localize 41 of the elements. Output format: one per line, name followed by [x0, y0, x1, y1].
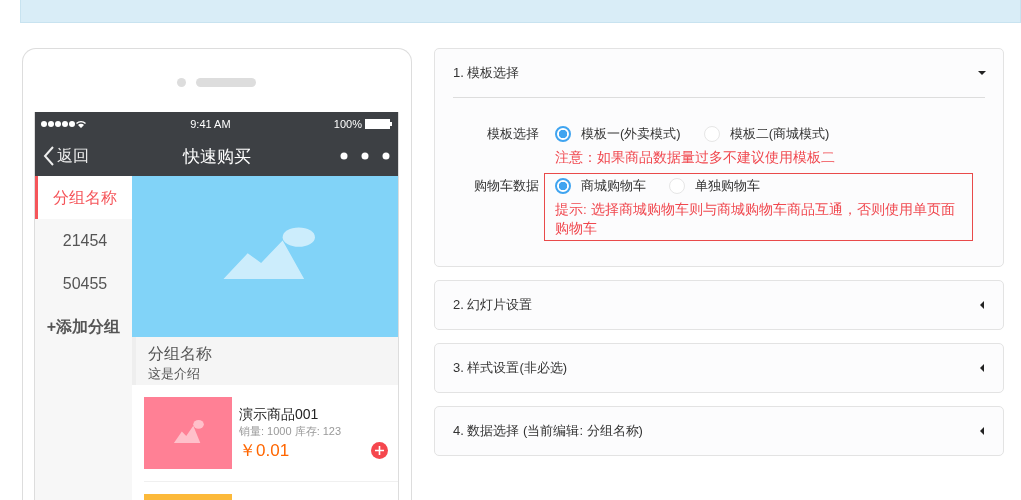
product-price: ￥0.01	[239, 440, 291, 462]
speaker-slot	[196, 78, 256, 87]
page-title: 快速购买	[181, 145, 252, 168]
panel-title: 2. 幻灯片设置	[453, 296, 533, 314]
category-item[interactable]: 50455	[35, 262, 132, 305]
radio-option[interactable]: 模板一(外卖模式)	[555, 125, 681, 143]
more-icon[interactable]	[340, 152, 390, 160]
caret-left-icon	[978, 301, 986, 309]
caret-left-icon	[978, 364, 986, 372]
panel-header[interactable]: 1. 模板选择	[435, 49, 1003, 97]
field-label: 购物车数据	[473, 177, 539, 195]
product-stats: 销量: 1000 库存: 123	[239, 424, 342, 439]
radio-icon[interactable]	[555, 126, 571, 142]
group-title: 分组名称	[148, 344, 213, 364]
panel-title: 3. 样式设置(非必选)	[453, 359, 568, 377]
add-icon[interactable]	[371, 442, 388, 459]
caret-left-icon	[978, 427, 986, 435]
hint-text: 注意：如果商品数据量过多不建议使用模板二	[555, 149, 836, 167]
panel-title: 1. 模板选择	[453, 64, 520, 82]
panel-header[interactable]: 4. 数据选择 (当前编辑: 分组名称)	[435, 407, 1003, 455]
status-time: 9:41 AM	[190, 118, 231, 130]
hint-text: 提示: 选择商城购物车则与商城购物车商品互通，否则使用单页面购物车	[555, 201, 956, 238]
signal-icon	[41, 120, 87, 128]
back-button[interactable]: 返回	[43, 145, 133, 167]
category-item[interactable]: 21454	[35, 219, 132, 262]
add-group-button[interactable]: +添加分组	[35, 305, 132, 338]
radio-icon[interactable]	[555, 178, 571, 194]
battery-percent: 100%	[333, 118, 362, 130]
group-description: 这是介绍	[148, 365, 201, 383]
panel-header[interactable]: 2. 幻灯片设置	[435, 281, 1003, 329]
back-icon	[43, 146, 54, 166]
radio-option[interactable]: 模板二(商城模式)	[703, 125, 830, 143]
camera-dot	[177, 78, 186, 87]
radio-option[interactable]: 商城购物车	[555, 177, 646, 195]
product-name: 演示商品001	[239, 406, 320, 424]
panel-header[interactable]: 3. 样式设置(非必选)	[435, 344, 1003, 392]
battery-icon	[365, 119, 392, 129]
field-label: 模板选择	[486, 125, 539, 143]
radio-option[interactable]: 单独购物车	[669, 177, 760, 195]
panel-title: 4. 数据选择 (当前编辑: 分组名称)	[453, 422, 643, 440]
caret-down-icon	[978, 69, 986, 77]
